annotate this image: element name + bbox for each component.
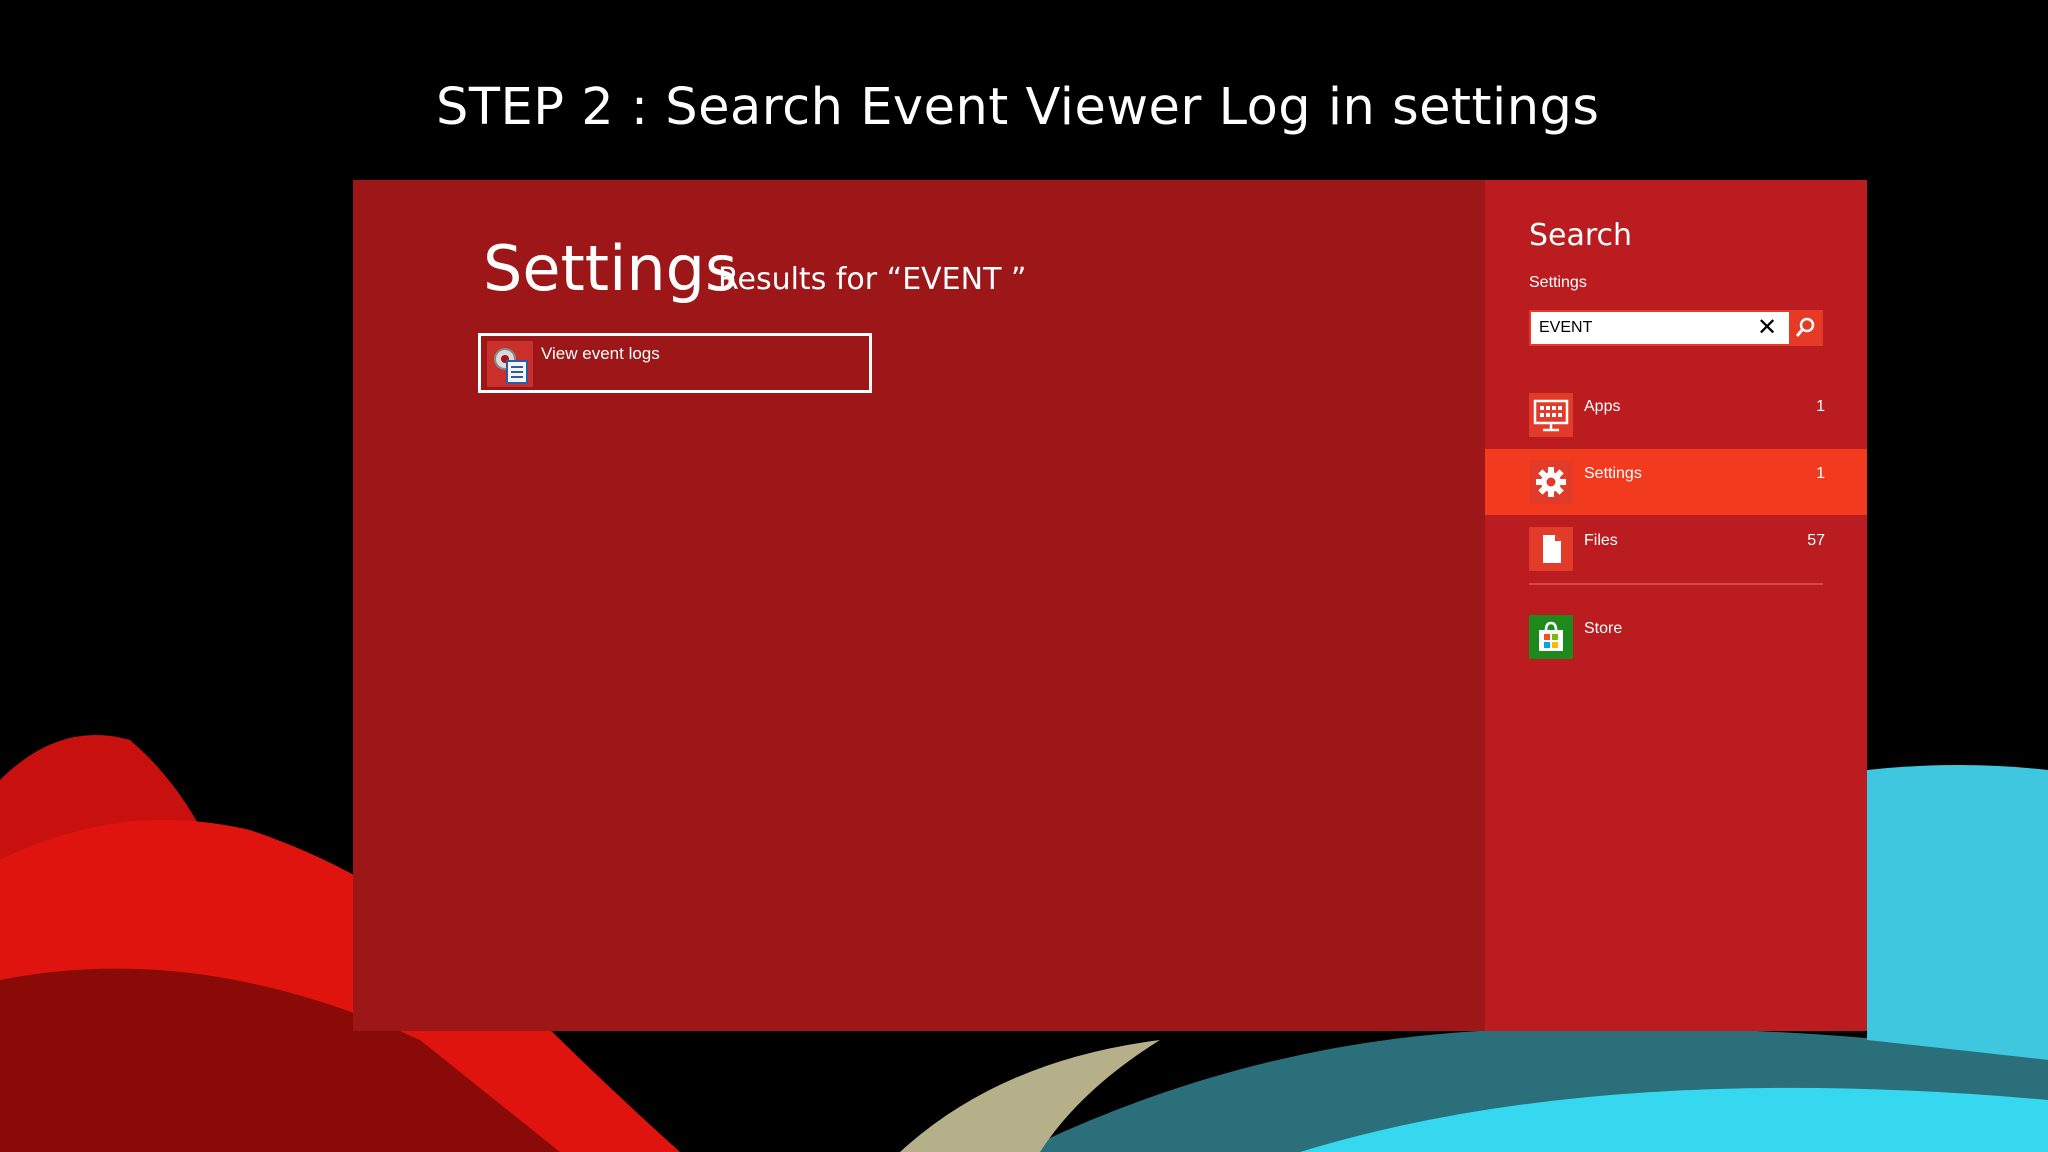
category-label: Apps (1584, 398, 1621, 415)
category-store[interactable]: Store (1485, 604, 1867, 670)
results-pane: Settings Results for “EVENT ” View event… (353, 180, 1485, 1031)
search-box: ✕ (1529, 310, 1823, 346)
store-icon (1529, 615, 1573, 659)
search-scope-label: Settings (1529, 274, 1587, 291)
category-label: Settings (1584, 465, 1642, 482)
gear-icon (1529, 460, 1573, 504)
search-input[interactable] (1539, 316, 1749, 340)
close-icon[interactable]: ✕ (1753, 314, 1781, 342)
category-apps[interactable]: Apps 1 (1485, 382, 1867, 448)
result-label: View event logs (541, 344, 660, 363)
category-count: 1 (1816, 465, 1825, 482)
category-count: 57 (1807, 532, 1825, 549)
search-charm-pane: Search Settings ✕ (1485, 180, 1867, 1031)
event-viewer-icon (487, 341, 533, 387)
category-count: 1 (1816, 398, 1825, 415)
file-icon (1529, 527, 1573, 571)
slide-title: STEP 2 : Search Event Viewer Log in sett… (436, 78, 1600, 137)
category-label: Store (1584, 620, 1623, 637)
result-view-event-logs[interactable]: View event logs (478, 333, 872, 393)
search-title: Search (1529, 218, 1633, 253)
category-label: Files (1584, 532, 1618, 549)
search-icon[interactable] (1789, 312, 1821, 344)
category-settings[interactable]: Settings 1 (1485, 449, 1867, 515)
windows-search-screen: Settings Results for “EVENT ” View event… (353, 180, 1867, 1031)
divider (1529, 583, 1823, 585)
results-heading: Settings (483, 232, 738, 305)
category-files[interactable]: Files 57 (1485, 516, 1867, 582)
results-subheading: Results for “EVENT ” (718, 262, 1027, 297)
apps-icon (1529, 393, 1573, 437)
